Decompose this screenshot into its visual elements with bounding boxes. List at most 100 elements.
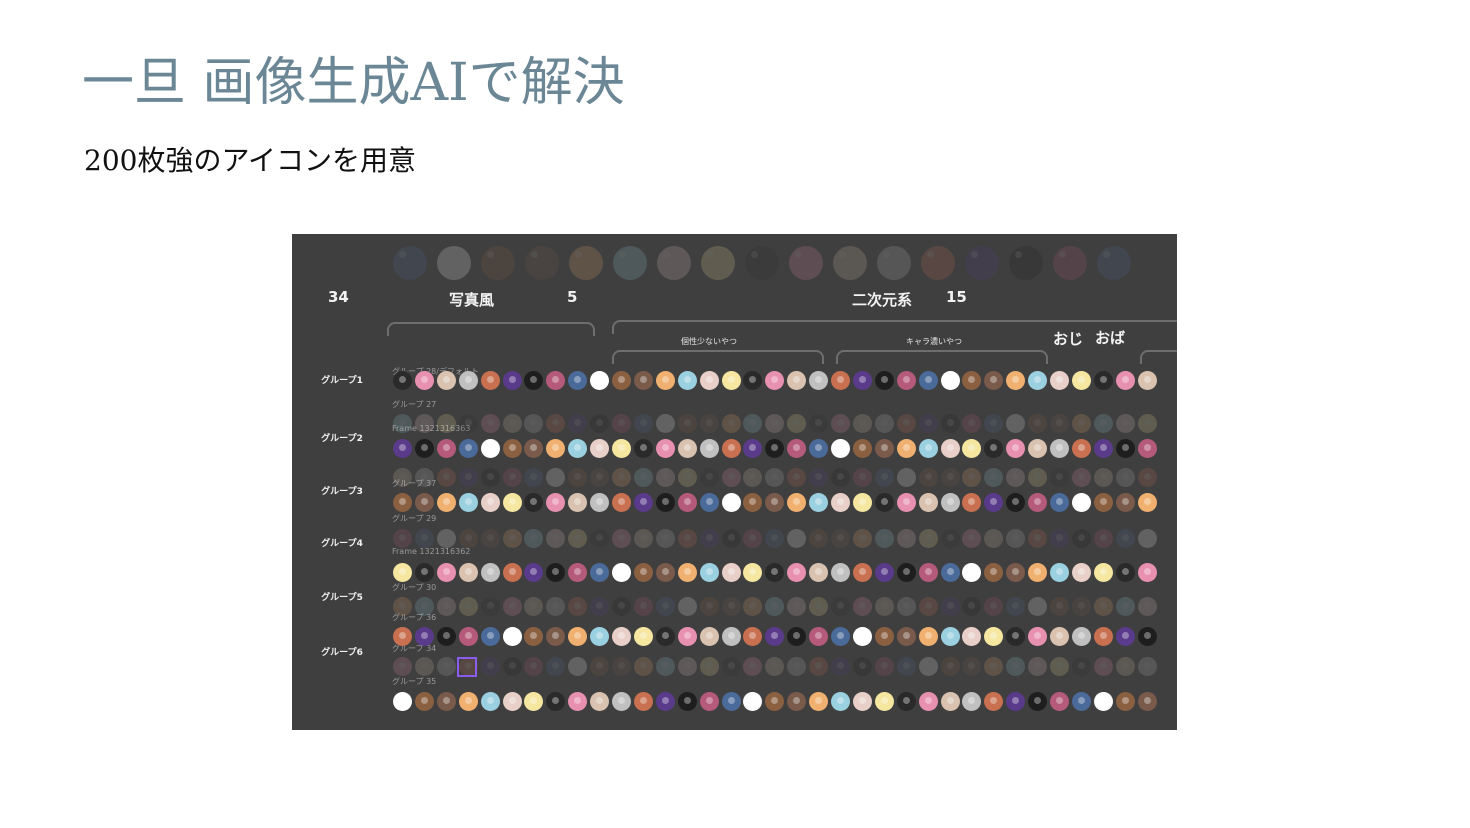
avatar-icon[interactable] (524, 627, 544, 646)
avatar-icon[interactable] (721, 439, 741, 458)
avatar-icon[interactable] (787, 563, 807, 582)
avatar-icon[interactable] (1093, 563, 1113, 582)
avatar-icon[interactable] (590, 563, 610, 582)
avatar-icon[interactable] (458, 627, 478, 646)
avatar-icon[interactable] (568, 597, 588, 616)
avatar-icon[interactable] (1028, 657, 1048, 676)
avatar-icon[interactable] (1137, 468, 1157, 487)
avatar-icon[interactable] (896, 439, 916, 458)
avatar-icon[interactable] (502, 493, 522, 512)
avatar-icon[interactable] (765, 657, 785, 676)
avatar-icon[interactable] (590, 529, 610, 548)
avatar-icon[interactable] (965, 246, 999, 280)
avatar-icon[interactable] (743, 692, 763, 711)
avatar-icon[interactable] (655, 692, 675, 711)
avatar-icon[interactable] (874, 563, 894, 582)
avatar-icon[interactable] (612, 657, 631, 676)
avatar-icon[interactable] (546, 414, 566, 433)
avatar-icon[interactable] (787, 597, 807, 616)
avatar-icon[interactable] (874, 468, 894, 487)
selection-box[interactable] (457, 657, 477, 677)
avatar-icon[interactable] (524, 692, 544, 711)
avatar-icon[interactable] (809, 597, 829, 616)
avatar-icon[interactable] (546, 627, 566, 646)
avatar-icon[interactable] (480, 414, 500, 433)
avatar-icon[interactable] (962, 414, 982, 433)
avatar-icon[interactable] (525, 246, 559, 280)
avatar-icon[interactable] (874, 414, 894, 433)
avatar-icon[interactable] (568, 529, 588, 548)
avatar-icon[interactable] (1053, 246, 1087, 280)
avatar-icon[interactable] (918, 627, 938, 646)
avatar-icon[interactable] (962, 627, 982, 646)
avatar-icon[interactable] (962, 529, 982, 548)
avatar-icon[interactable] (436, 563, 456, 582)
avatar-icon[interactable] (831, 627, 850, 646)
avatar-icon[interactable] (1115, 414, 1135, 433)
avatar-icon[interactable] (1115, 657, 1135, 676)
avatar-icon[interactable] (1050, 468, 1069, 487)
avatar-icon[interactable] (918, 563, 938, 582)
avatar-icon[interactable] (984, 597, 1004, 616)
avatar-icon[interactable] (765, 468, 785, 487)
avatar-icon[interactable] (480, 493, 500, 512)
avatar-icon[interactable] (677, 439, 697, 458)
avatar-icon[interactable] (765, 627, 785, 646)
avatar-icon[interactable] (393, 246, 427, 280)
avatar-icon[interactable] (480, 627, 500, 646)
avatar-icon[interactable] (436, 414, 456, 433)
avatar-icon[interactable] (721, 657, 741, 676)
avatar-icon[interactable] (962, 563, 982, 582)
avatar-icon[interactable] (480, 563, 500, 582)
avatar-icon[interactable] (414, 414, 434, 433)
avatar-icon[interactable] (568, 371, 588, 390)
avatar-icon[interactable] (1050, 563, 1069, 582)
avatar-icon[interactable] (787, 493, 807, 512)
avatar-icon[interactable] (677, 493, 697, 512)
avatar-icon[interactable] (480, 468, 500, 487)
avatar-icon[interactable] (721, 493, 741, 512)
avatar-icon[interactable] (765, 493, 785, 512)
avatar-icon[interactable] (546, 597, 566, 616)
avatar-icon[interactable] (677, 529, 697, 548)
avatar-icon[interactable] (809, 493, 829, 512)
avatar-icon[interactable] (745, 246, 779, 280)
avatar-icon[interactable] (655, 371, 675, 390)
avatar-icon[interactable] (568, 657, 588, 676)
avatar-icon[interactable] (1028, 563, 1048, 582)
avatar-icon[interactable] (524, 493, 544, 512)
avatar-icon[interactable] (1137, 657, 1157, 676)
avatar-icon[interactable] (1006, 657, 1026, 676)
avatar-icon[interactable] (896, 597, 916, 616)
avatar-icon[interactable] (502, 529, 522, 548)
avatar-icon[interactable] (1006, 627, 1026, 646)
avatar-icon[interactable] (655, 493, 675, 512)
avatar-icon[interactable] (699, 414, 719, 433)
avatar-icon[interactable] (1115, 529, 1135, 548)
avatar-icon[interactable] (962, 439, 982, 458)
avatar-icon[interactable] (852, 371, 872, 390)
avatar-icon[interactable] (984, 563, 1004, 582)
avatar-icon[interactable] (480, 692, 500, 711)
avatar-icon[interactable] (940, 414, 960, 433)
avatar-icon[interactable] (524, 439, 544, 458)
avatar-icon[interactable] (458, 563, 478, 582)
avatar-icon[interactable] (787, 529, 807, 548)
avatar-icon[interactable] (633, 439, 653, 458)
avatar-icon[interactable] (546, 439, 566, 458)
avatar-icon[interactable] (458, 597, 478, 616)
avatar-icon[interactable] (765, 529, 785, 548)
avatar-icon[interactable] (852, 692, 872, 711)
avatar-icon[interactable] (590, 439, 610, 458)
avatar-icon[interactable] (655, 439, 675, 458)
avatar-icon[interactable] (677, 597, 697, 616)
avatar-icon[interactable] (743, 414, 763, 433)
avatar-icon[interactable] (1028, 414, 1048, 433)
avatar-icon[interactable] (1071, 563, 1091, 582)
avatar-icon[interactable] (414, 627, 434, 646)
avatar-icon[interactable] (568, 692, 588, 711)
avatar-icon[interactable] (1050, 529, 1069, 548)
avatar-icon[interactable] (699, 493, 719, 512)
avatar-icon[interactable] (546, 692, 566, 711)
avatar-icon[interactable] (721, 414, 741, 433)
